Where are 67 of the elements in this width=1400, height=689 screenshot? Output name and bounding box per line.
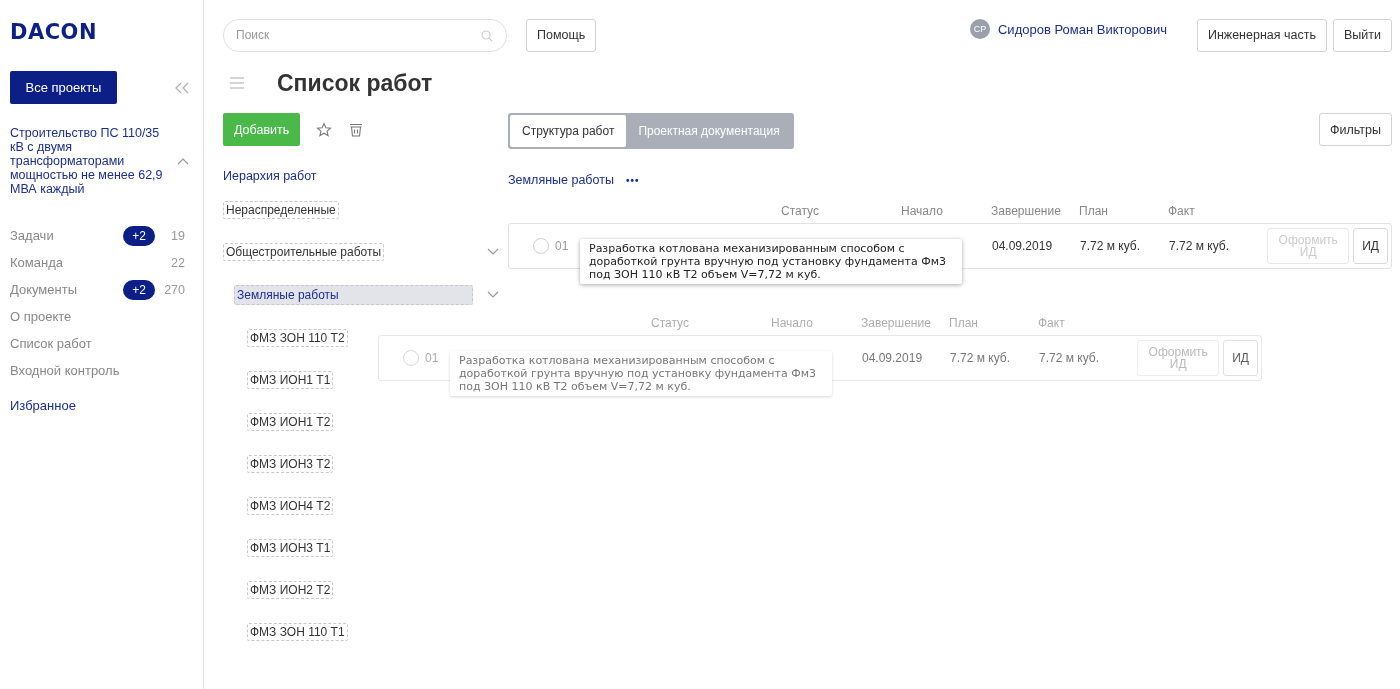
column-header: Завершение	[991, 204, 1062, 218]
column-header: Завершение	[861, 316, 932, 330]
tree-item[interactable]: Нераспределенные	[223, 201, 339, 219]
favorites-link[interactable]: Избранное	[10, 398, 76, 413]
row-action-button[interactable]: ИД	[1223, 340, 1258, 376]
column-header: Факт	[1168, 204, 1196, 218]
item-count: 270	[163, 282, 185, 297]
logo[interactable]: DACON	[10, 20, 98, 44]
collapse-icon[interactable]	[175, 81, 189, 94]
nav-item[interactable]: Входной контроль	[10, 363, 185, 378]
chevron-icon[interactable]	[177, 157, 189, 165]
menu-icon[interactable]	[230, 77, 244, 89]
nav-item[interactable]: О проекте	[10, 309, 185, 324]
header-button[interactable]: Инженерная часть	[1196, 18, 1327, 52]
tooltip: Разработка котлована механизированным способом с доработкой грунта вручную под установку фундамента Фм3 под ЗОН 110 кВ Т2 объем V=7,72 м куб.	[450, 351, 832, 396]
nav-item[interactable]: Задачи	[10, 228, 124, 243]
more-button[interactable]: •••	[625, 174, 640, 186]
plan-value: 7.72 м куб.	[1080, 239, 1141, 253]
tree-item[interactable]: Общестроительные работы	[223, 243, 385, 261]
item-count: 22	[170, 255, 185, 270]
chevron-icon[interactable]	[487, 291, 499, 299]
tree-item[interactable]: Земляные работы	[234, 285, 473, 305]
all-projects-button[interactable]: Все проекты	[10, 71, 117, 104]
tree-item[interactable]: ФМЗ ЗОН 110 Т1	[247, 623, 348, 641]
search-icon[interactable]	[481, 29, 493, 42]
row-number: 01	[555, 239, 570, 253]
count-badge: +2	[123, 279, 155, 300]
nav-item[interactable]: Команда	[10, 255, 163, 270]
tab[interactable]: Структура работ	[510, 115, 627, 147]
filters-button[interactable]: Фильтры	[1319, 113, 1392, 146]
column-header: Начало	[771, 316, 814, 330]
end-date: 04.09.2019	[862, 351, 924, 365]
section-title: Иерархия работ	[223, 169, 318, 183]
row-number: 01	[425, 351, 440, 365]
star-icon[interactable]	[316, 121, 333, 138]
column-header: Начало	[901, 204, 944, 218]
help-button[interactable]: Помощь	[526, 18, 597, 52]
tree-item[interactable]: ФМЗ ИОН4 Т2	[247, 497, 334, 515]
end-date: 04.09.2019	[992, 239, 1054, 253]
item-count: 19	[170, 228, 185, 243]
column-header: Факт	[1038, 316, 1066, 330]
user-name[interactable]: Сидоров Роман Викторович	[998, 21, 1167, 37]
column-header: План	[949, 316, 979, 330]
header-button[interactable]: Выйти	[1333, 18, 1392, 52]
plan-value: 7.72 м куб.	[950, 351, 1011, 365]
tree-item[interactable]: ФМЗ ИОН3 Т1	[247, 539, 334, 557]
project-title[interactable]: Строительство ПС 110/35 кВ с двумя трансформаторами мощностью не менее 62,9 МВА каждый	[10, 126, 170, 196]
tree-item[interactable]: ФМЗ ИОН3 Т2	[247, 455, 334, 473]
tooltip: Разработка котлована механизированным способом с доработкой грунта вручную под установку фундамента Фм3 под ЗОН 110 кВ Т2 объем V=7,72 м куб.	[580, 239, 962, 284]
tree-item[interactable]: ФМЗ ИОН1 Т1	[247, 371, 334, 389]
fact-value: 7.72 м куб.	[1039, 351, 1100, 365]
row-action-button[interactable]: ИД	[1353, 228, 1388, 264]
tree-item[interactable]: ФМЗ ИОН1 Т2	[247, 413, 334, 431]
search-field[interactable]: Поиск	[223, 18, 507, 52]
tree-item[interactable]: ФМЗ ИОН2 Т2	[247, 581, 334, 599]
page-title: Список работ	[277, 69, 433, 97]
nav-item[interactable]: Документы	[10, 282, 124, 297]
tree-item[interactable]: ФМЗ ЗОН 110 Т2	[247, 329, 348, 347]
fact-value: 7.72 м куб.	[1169, 239, 1230, 253]
column-header: План	[1079, 204, 1109, 218]
column-header: Статус	[781, 204, 820, 218]
chevron-icon[interactable]	[487, 248, 499, 256]
column-header: Статус	[651, 316, 690, 330]
nav-item[interactable]: Список работ	[10, 336, 185, 351]
count-badge: +2	[123, 225, 155, 246]
breadcrumb[interactable]: Земляные работы	[508, 173, 614, 187]
trash-icon[interactable]	[348, 121, 365, 138]
